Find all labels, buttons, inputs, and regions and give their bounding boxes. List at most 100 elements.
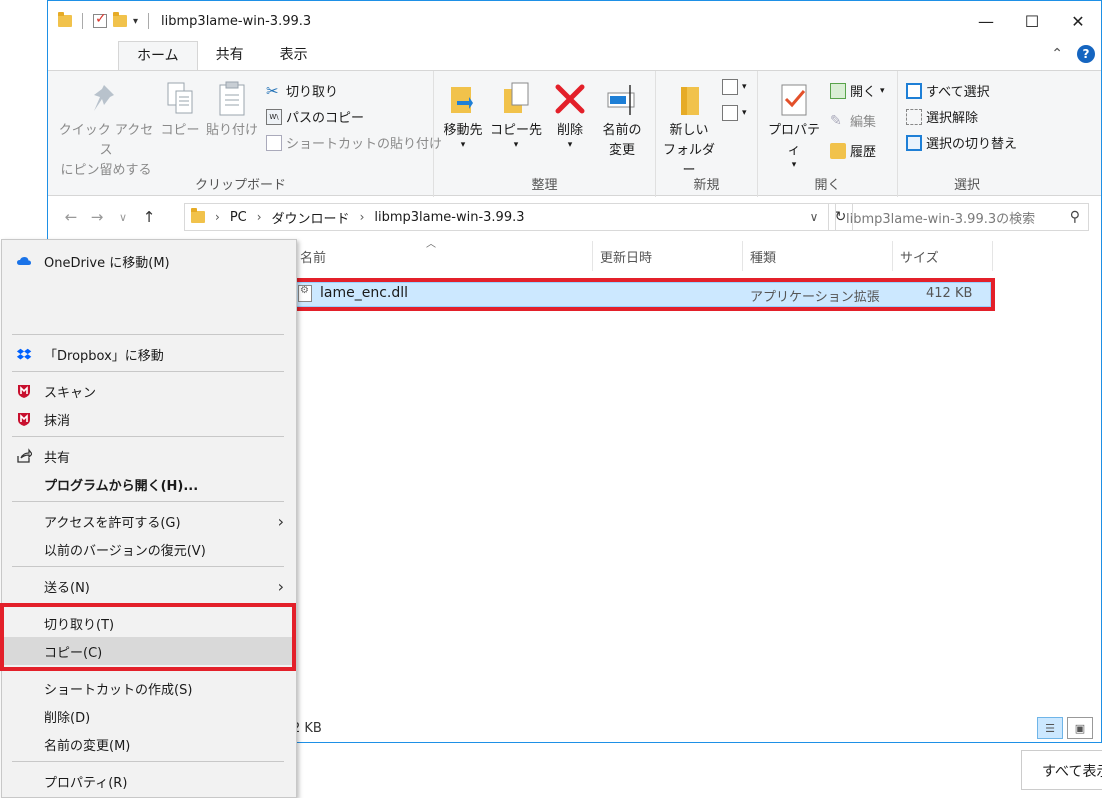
breadcrumb-pc[interactable]: PC <box>230 210 247 225</box>
address-folder-icon <box>191 208 205 223</box>
tab-share[interactable]: 共有 <box>198 41 262 71</box>
delete-x-icon <box>554 81 586 117</box>
paste-button[interactable]: 貼り付け <box>202 81 262 141</box>
recent-locations-icon[interactable]: ∨ <box>110 211 136 224</box>
tab-view[interactable]: 表示 <box>262 41 326 71</box>
qat-dropdown-icon[interactable]: ▾ <box>133 16 138 27</box>
close-button[interactable]: ✕ <box>1055 1 1101 41</box>
column-divider[interactable] <box>992 241 993 271</box>
menu-item-share[interactable]: 共有 <box>2 442 296 470</box>
pin-quick-access-button[interactable]: クイック アクセス にピン留めする <box>54 81 158 181</box>
large-icons-view-icon[interactable]: ▣ <box>1067 717 1093 739</box>
open-button[interactable]: 開く ▾ <box>830 81 885 100</box>
properties-dropdown-icon: ▾ <box>791 160 797 170</box>
menu-item-delete[interactable]: 削除(D) <box>2 702 296 730</box>
search-box[interactable]: libmp3lame-win-3.99.3の検索 ⚲ <box>835 203 1089 231</box>
copy-path-button[interactable]: W\ パスのコピー <box>266 107 364 126</box>
column-header-name[interactable]: 名前 <box>300 241 326 271</box>
menu-separator <box>12 334 284 335</box>
file-highlight-box <box>289 278 995 311</box>
paste-shortcut-button[interactable]: ショートカットの貼り付け <box>266 133 442 152</box>
mcafee-shield-icon <box>16 411 32 427</box>
collapse-ribbon-icon[interactable]: ⌃ <box>1051 46 1063 62</box>
history-button[interactable]: 履歴 <box>830 141 876 160</box>
copy-path-icon: W\ <box>266 108 282 125</box>
column-header-size[interactable]: サイズ <box>900 241 939 271</box>
copy-ribbon-button[interactable]: コピー <box>156 81 204 141</box>
column-divider[interactable] <box>892 241 893 271</box>
folder-icon <box>58 12 72 27</box>
menu-item-rename[interactable]: 名前の変更(M) <box>2 730 296 758</box>
menu-item-dropbox[interactable]: 「Dropbox」に移動 <box>2 340 296 368</box>
menu-item-restore-versions[interactable]: 以前のバージョンの復元(V) <box>2 535 296 563</box>
breadcrumb-downloads[interactable]: ダウンロード <box>272 208 350 227</box>
move-to-icon <box>447 81 479 117</box>
delete-ribbon-label: 削除 <box>556 123 583 138</box>
onedrive-cloud-icon <box>16 253 32 269</box>
help-icon[interactable]: ? <box>1077 45 1095 63</box>
new-group: 新しい フォルダー ▾ ▾ 新規 <box>656 71 758 197</box>
menu-item-label: スキャン <box>44 385 97 401</box>
menu-item-scan[interactable]: スキャン <box>2 377 296 405</box>
pin-label-line1: クイック アクセス <box>58 123 154 158</box>
menu-item-open-with[interactable]: プログラムから開く(H)... <box>2 470 296 498</box>
copy-to-button[interactable]: コピー先 ▾ <box>488 81 544 150</box>
menu-item-label: 共有 <box>44 450 71 466</box>
address-dropdown-icon[interactable]: ∨ <box>799 203 829 231</box>
tab-home[interactable]: ホーム <box>118 41 198 71</box>
up-arrow-icon[interactable]: ↑ <box>136 208 162 226</box>
select-none-button[interactable]: 選択解除 <box>906 107 978 126</box>
properties-ribbon-button[interactable]: プロパティ ▾ <box>762 81 826 170</box>
properties-check-icon[interactable] <box>93 11 107 28</box>
menu-item-shred[interactable]: 抹消 <box>2 405 296 433</box>
select-all-icon <box>906 82 922 99</box>
mcafee-shield-icon <box>16 383 32 399</box>
chevron-right-icon[interactable]: › <box>215 210 220 224</box>
details-view-icon[interactable]: ☰ <box>1037 717 1063 739</box>
menu-item-create-shortcut[interactable]: ショートカットの作成(S) <box>2 674 296 702</box>
address-bar[interactable]: › PC › ダウンロード › libmp3lame-win-3.99.3 <box>184 203 829 231</box>
new-folder-icon[interactable] <box>113 12 127 27</box>
menu-item-send-to[interactable]: 送る(N) › <box>2 572 296 600</box>
easy-access-dropdown-icon: ▾ <box>742 108 747 118</box>
column-divider[interactable] <box>742 241 743 271</box>
show-all-button[interactable]: すべて表示 <box>1021 750 1102 790</box>
minimize-button[interactable]: — <box>963 1 1009 41</box>
copy-icon <box>164 81 196 117</box>
open-icon <box>830 82 846 99</box>
column-divider[interactable] <box>592 241 593 271</box>
forward-arrow-icon[interactable]: → <box>84 208 110 226</box>
submenu-arrow-icon: › <box>277 511 284 531</box>
organize-group: 移動先 ▾ コピー先 ▾ 削除 ▾ 名前の 変更 整理 <box>434 71 656 197</box>
menu-item-give-access[interactable]: アクセスを許可する(G) › <box>2 507 296 535</box>
menu-item-label: 「Dropbox」に移動 <box>44 348 164 364</box>
rename-ribbon-button[interactable]: 名前の 変更 <box>594 81 650 161</box>
menu-item-label: プロパティ(R) <box>44 775 128 791</box>
invert-selection-button[interactable]: 選択の切り替え <box>906 133 1017 152</box>
menu-item-properties[interactable]: プロパティ(R) <box>2 767 296 795</box>
copy-to-icon <box>500 81 532 117</box>
easy-access-button[interactable]: ▾ <box>722 105 747 121</box>
select-all-button[interactable]: すべて選択 <box>906 81 990 100</box>
new-item-button[interactable]: ▾ <box>722 79 747 95</box>
maximize-button[interactable]: ☐ <box>1009 1 1055 41</box>
edit-button[interactable]: ✎ 編集 <box>830 111 876 131</box>
easy-access-icon <box>722 105 738 121</box>
properties-icon <box>778 81 810 117</box>
paste-shortcut-icon <box>266 134 282 151</box>
cut-ribbon-button[interactable]: ✂ 切り取り <box>266 81 339 101</box>
cut-ribbon-label: 切り取り <box>286 85 339 100</box>
menu-separator <box>12 566 284 567</box>
new-folder-button[interactable]: 新しい フォルダー <box>660 81 718 181</box>
delete-ribbon-button[interactable]: 削除 ▾ <box>548 81 592 150</box>
move-to-button[interactable]: 移動先 ▾ <box>440 81 486 150</box>
column-header-modified[interactable]: 更新日時 <box>600 241 652 271</box>
column-name-label: 名前 <box>300 250 327 266</box>
column-header-type[interactable]: 種類 <box>750 241 776 271</box>
breadcrumb-current-folder[interactable]: libmp3lame-win-3.99.3 <box>374 210 524 225</box>
history-label: 履歴 <box>850 145 877 160</box>
chevron-right-icon[interactable]: › <box>360 210 365 224</box>
back-arrow-icon[interactable]: ← <box>58 208 84 226</box>
menu-item-onedrive[interactable]: OneDrive に移動(M) <box>2 247 296 275</box>
chevron-right-icon[interactable]: › <box>257 210 262 224</box>
